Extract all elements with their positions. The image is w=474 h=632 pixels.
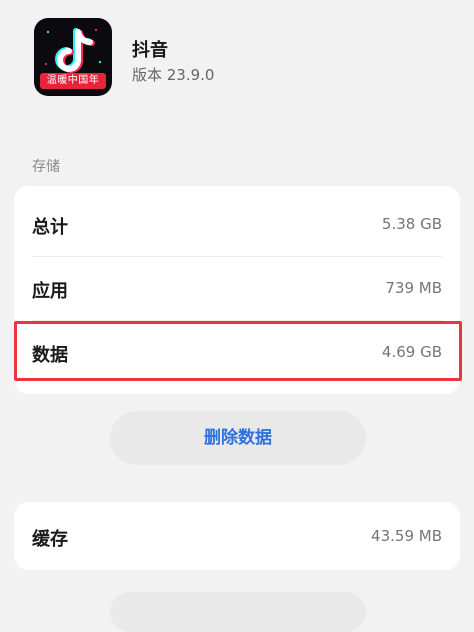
storage-section-title: 存储	[32, 159, 60, 175]
data-size-label: 数据	[32, 345, 68, 366]
total-value: 5.38 GB	[381, 215, 442, 233]
storage-row-total: 总计 5.38 GB	[14, 192, 460, 256]
clear-cache-button[interactable]	[110, 592, 366, 632]
storage-row-app: 应用 739 MB	[14, 256, 460, 320]
icon-banner-text: 温暖中国年	[40, 73, 106, 89]
app-size-value: 739 MB	[385, 279, 442, 297]
total-label: 总计	[32, 217, 68, 238]
app-size-label: 应用	[32, 281, 68, 302]
cache-label: 缓存	[32, 529, 68, 550]
cache-card: 缓存 43.59 MB	[14, 502, 460, 570]
storage-card: 总计 5.38 GB 应用 739 MB 数据 4.69 GB	[14, 186, 460, 394]
data-size-value: 4.69 GB	[381, 343, 442, 361]
delete-data-button[interactable]: 删除数据	[110, 411, 366, 465]
storage-row-data: 数据 4.69 GB	[14, 320, 460, 384]
cache-row: 缓存 43.59 MB	[14, 504, 460, 568]
app-version: 版本 23.9.0	[132, 66, 215, 84]
app-name: 抖音	[132, 40, 168, 61]
app-header: 温暖中国年 抖音 版本 23.9.0	[0, 0, 474, 110]
tiktok-logo-icon: 温暖中国年	[34, 18, 112, 96]
cache-value: 43.59 MB	[371, 527, 442, 545]
